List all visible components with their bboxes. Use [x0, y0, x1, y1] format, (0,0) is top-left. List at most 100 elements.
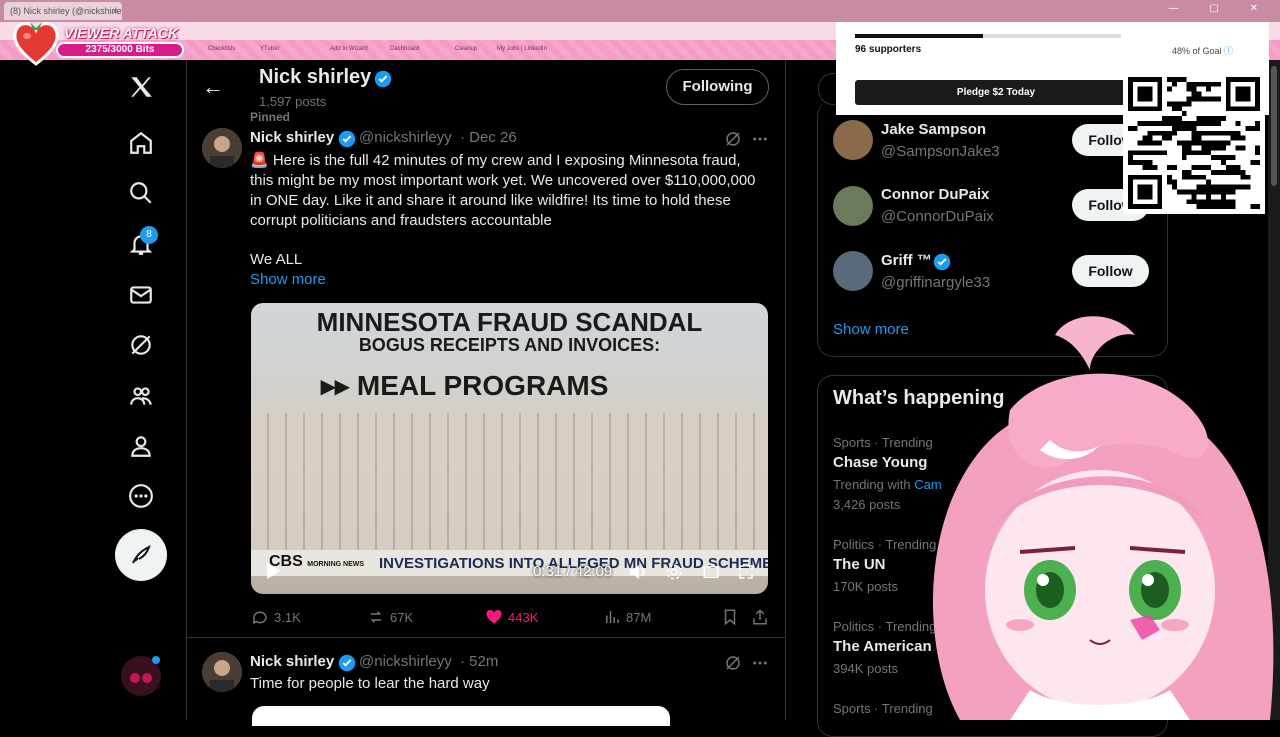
like-heart-icon[interactable] [485, 608, 503, 626]
suggested-name[interactable]: Connor DuPaix [881, 186, 989, 203]
grok-icon[interactable] [724, 130, 742, 148]
bookmark-item[interactable]: YTuber [260, 46, 279, 52]
repost-icon[interactable] [367, 608, 385, 626]
pledge-button[interactable]: Pledge $2 Today [855, 80, 1137, 105]
compose-post-button[interactable] [115, 529, 167, 581]
trend-post-count: 170K posts [833, 579, 899, 594]
post-text: Time for people to lear the hard way [250, 675, 490, 692]
suggested-avatar[interactable] [833, 120, 873, 160]
profile-icon[interactable] [121, 426, 161, 466]
verified-badge-icon [338, 654, 356, 672]
repost-count: 67K [390, 610, 414, 625]
trend-context-label: Trending with [833, 477, 911, 492]
like-count: 443K [508, 610, 539, 625]
bookmark-item[interactable]: Add to Wizard [330, 46, 368, 52]
trend-name[interactable]: The UN [833, 556, 886, 573]
verified-badge-icon [933, 253, 951, 271]
person-photo-icon [202, 128, 242, 168]
post-date[interactable]: · Dec 26 [460, 129, 517, 146]
viewer-attack-title: VIEWER ATTACK [64, 25, 179, 41]
profile-name: Nick shirley [259, 66, 372, 88]
view-count: 87M [626, 610, 652, 625]
back-arrow-icon[interactable]: ← [202, 74, 224, 100]
suggested-name[interactable]: Griff ™ [881, 252, 932, 269]
x-logo-icon[interactable] [121, 67, 161, 107]
person-photo-icon [202, 652, 242, 692]
vtuber-avatar-image [932, 316, 1274, 720]
messages-envelope-icon[interactable] [121, 275, 161, 315]
more-options-icon[interactable] [751, 130, 769, 148]
suggested-handle: @griffinargyle33 [881, 274, 991, 291]
reply-icon[interactable] [251, 608, 269, 626]
tab-close-icon[interactable]: × [113, 2, 118, 20]
video-topic-line: ▸▸ MEAL PROGRAMS [321, 370, 609, 401]
bookmark-item[interactable]: Dashboard [390, 46, 419, 52]
unread-dot [152, 656, 160, 664]
grok-icon[interactable] [724, 654, 742, 672]
suggested-avatar[interactable] [833, 186, 873, 226]
post-text-continued: We ALL [250, 251, 303, 268]
network-logo: CBS MORNING NEWS [269, 553, 364, 571]
picture-in-picture-icon[interactable] [702, 563, 720, 581]
author-handle[interactable]: @nickshirleyy [359, 129, 452, 146]
bits-counter: 2375/3000 Bits [85, 44, 155, 55]
suggested-handle: @ConnorDuPaix [881, 208, 994, 225]
post-divider [187, 637, 785, 638]
feather-icon [132, 545, 151, 564]
search-icon[interactable] [121, 173, 161, 213]
grok-icon[interactable] [121, 325, 161, 365]
goal-percent-text: 48% of Goal [1172, 46, 1222, 56]
author-name[interactable]: Nick shirley [250, 129, 334, 146]
settings-gear-icon[interactable] [665, 563, 683, 581]
play-icon[interactable] [263, 561, 283, 581]
views-chart-icon[interactable] [603, 608, 621, 626]
author-avatar[interactable] [202, 652, 242, 692]
pinned-label: Pinned [250, 110, 291, 124]
post-text: 🚨 Here is the full 42 minutes of my crew… [250, 152, 756, 229]
following-button[interactable]: Following [666, 69, 769, 105]
author-name[interactable]: Nick shirley [250, 653, 334, 670]
video-title-line: MINNESOTA FRAUD SCANDAL [316, 307, 703, 337]
author-handle[interactable]: @nickshirleyy [359, 653, 452, 670]
bookmark-item[interactable]: Cleanup [455, 46, 477, 52]
suggested-avatar[interactable] [833, 251, 873, 291]
tomato-heart-icon [13, 22, 59, 66]
bookmark-icon[interactable] [721, 608, 739, 626]
suggested-name[interactable]: Jake Sampson [881, 121, 986, 138]
post-count: 1,597 posts [259, 94, 327, 109]
network-subtitle: MORNING NEWS [307, 561, 365, 568]
fullscreen-icon[interactable] [737, 563, 755, 581]
show-more-link[interactable]: Show more [250, 271, 326, 288]
author-avatar[interactable] [202, 128, 242, 168]
trend-post-count: 394K posts [833, 661, 899, 676]
video-timestamp: 0:31 / 42:09 [533, 563, 613, 580]
browser-tab-bar [0, 0, 1280, 22]
communities-icon[interactable] [121, 376, 161, 416]
goal-progress-fill [855, 34, 983, 38]
info-icon[interactable]: ⓘ [1224, 46, 1233, 56]
suggested-handle: @SampsonJake3 [881, 143, 1000, 160]
share-icon[interactable] [751, 608, 769, 626]
supporter-count: 96 supporters [855, 44, 922, 55]
home-icon[interactable] [121, 123, 161, 163]
notification-badge: 8 [140, 226, 158, 244]
window-controls[interactable]: — ▢ ✕ [1169, 3, 1272, 14]
volume-icon[interactable] [628, 563, 648, 581]
video-player[interactable]: MINNESOTA FRAUD SCANDAL BOGUS RECEIPTS A… [251, 303, 768, 594]
show-more-link[interactable]: Show more [833, 321, 909, 338]
post-date[interactable]: · 52m [460, 653, 498, 670]
column-divider [186, 60, 187, 720]
post-media-preview[interactable] [252, 706, 670, 726]
bookmark-item[interactable]: Checklists [208, 46, 235, 52]
more-options-icon[interactable] [751, 654, 769, 672]
column-divider [785, 60, 786, 720]
bookmark-item[interactable]: My Jobs | LinkedIn [497, 46, 547, 52]
video-frame-building [251, 413, 768, 563]
scrollbar-thumb[interactable] [1271, 66, 1277, 186]
reply-count: 3.1K [274, 610, 301, 625]
video-subtitle-line: BOGUS RECEIPTS AND INVOICES: [358, 335, 661, 355]
more-circle-icon[interactable] [121, 476, 161, 516]
follow-button[interactable]: Follow [1072, 255, 1149, 287]
tab-title: (8) Nick shirley (@nickshirleyy [10, 6, 122, 16]
verified-badge-icon [338, 130, 356, 148]
